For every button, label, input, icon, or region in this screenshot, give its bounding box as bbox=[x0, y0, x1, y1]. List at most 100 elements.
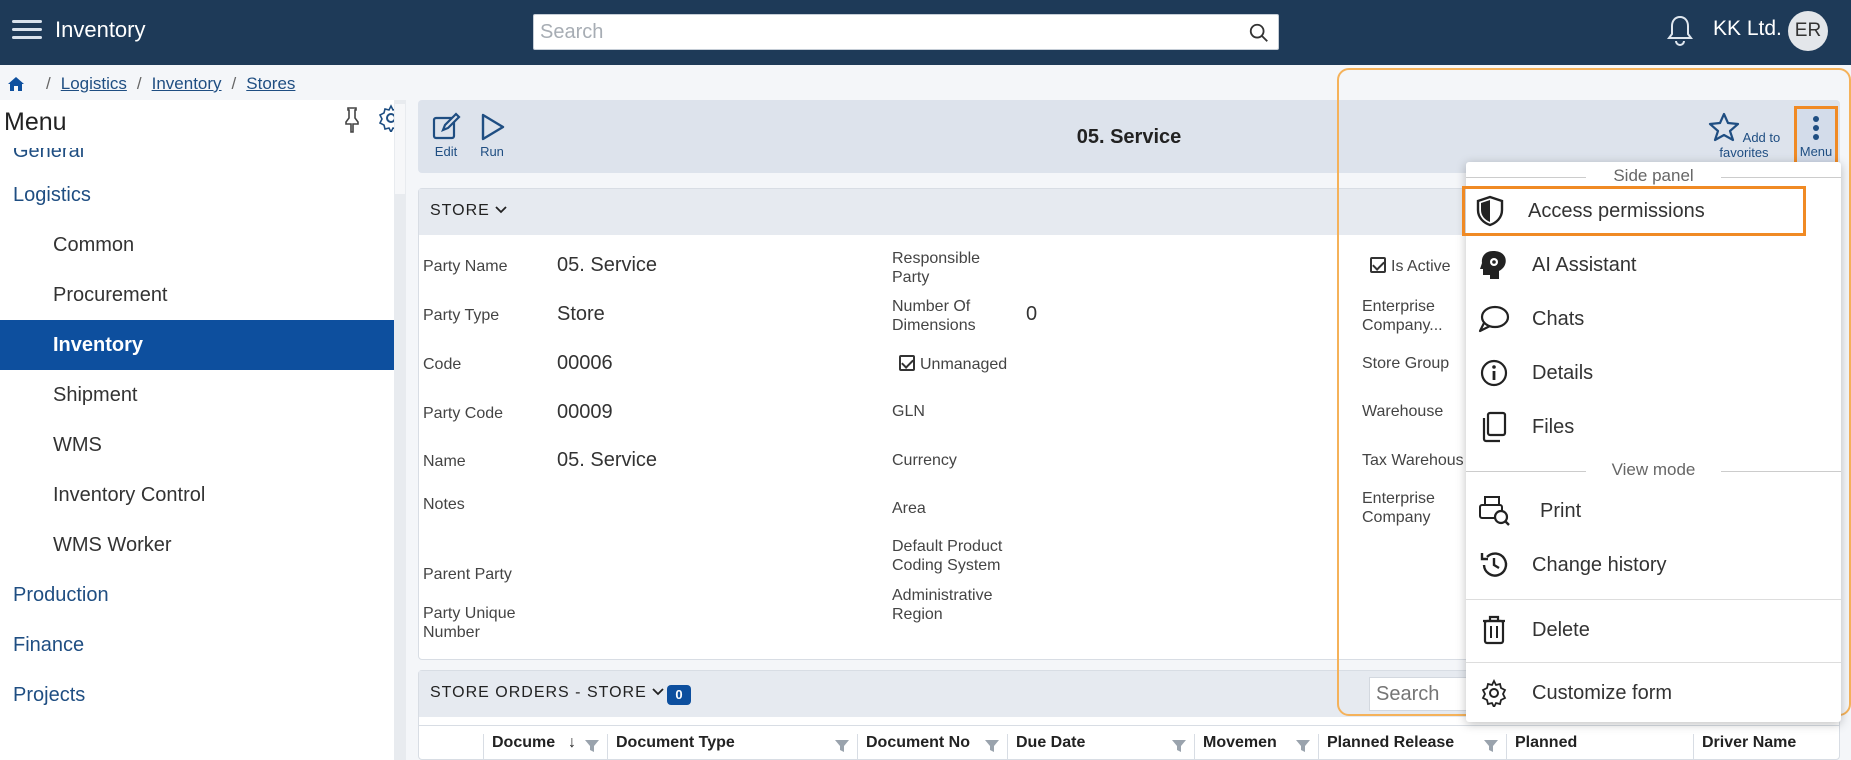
files-icon bbox=[1474, 407, 1514, 447]
filter-icon[interactable] bbox=[834, 738, 850, 754]
enterprise-company-label: Enterprise Company bbox=[1362, 490, 1435, 526]
orders-count-badge: 0 bbox=[667, 685, 691, 705]
access-permissions-item[interactable]: Access permissions bbox=[1462, 186, 1806, 236]
is-active-checkbox[interactable] bbox=[1370, 257, 1386, 273]
history-icon bbox=[1474, 545, 1514, 585]
menu-item-wms[interactable]: WMS bbox=[0, 420, 394, 470]
delete-item[interactable]: Delete bbox=[1466, 605, 1841, 655]
unmanaged-label: Unmanaged bbox=[920, 356, 1008, 373]
chats-item[interactable]: Chats bbox=[1466, 294, 1841, 344]
menu-item-procurement[interactable]: Procurement bbox=[0, 270, 394, 320]
menu-item-inventory-control[interactable]: Inventory Control bbox=[0, 470, 394, 520]
orders-table-header: Docume ↓ Document Type Document No Due Da… bbox=[419, 725, 1839, 760]
chat-bubble-icon bbox=[1474, 299, 1514, 339]
party-type-label: Party Type bbox=[423, 307, 500, 324]
ai-head-icon bbox=[1474, 245, 1514, 285]
breadcrumb-separator: / bbox=[231, 74, 237, 93]
filter-icon[interactable] bbox=[584, 738, 600, 754]
menu-item-projects[interactable]: Projects bbox=[0, 670, 394, 720]
column-header[interactable]: Planned Release bbox=[1318, 734, 1506, 760]
record-title: 05. Service bbox=[1076, 126, 1182, 148]
column-header[interactable]: Planned bbox=[1506, 734, 1693, 760]
menu-divider bbox=[1466, 599, 1841, 600]
ai-assistant-item[interactable]: AI Assistant bbox=[1466, 240, 1841, 290]
menu-item-production[interactable]: Production bbox=[0, 570, 394, 620]
add-to-favorites-button[interactable]: Add to favorites bbox=[1694, 112, 1794, 160]
menu-item-common[interactable]: Common bbox=[0, 220, 394, 270]
hamburger-menu-icon[interactable] bbox=[10, 15, 44, 49]
breadcrumb-separator: / bbox=[136, 74, 142, 93]
parent-party-label: Parent Party bbox=[423, 566, 512, 583]
enterprise-company-short-label: Enterprise Company... bbox=[1362, 298, 1443, 334]
files-item[interactable]: Files bbox=[1466, 402, 1841, 452]
unmanaged-checkbox[interactable] bbox=[899, 355, 915, 371]
pin-icon[interactable] bbox=[341, 106, 363, 134]
scrollbar-thumb[interactable] bbox=[395, 104, 405, 194]
filter-icon[interactable] bbox=[984, 738, 1000, 754]
details-label: Details bbox=[1532, 361, 1594, 384]
customize-form-item[interactable]: Customize form bbox=[1466, 668, 1841, 718]
default-product-coding-label: Default Product Coding System bbox=[892, 538, 1003, 574]
warehouse-label: Warehouse bbox=[1362, 403, 1444, 420]
sort-down-icon[interactable]: ↓ bbox=[568, 734, 576, 752]
more-vertical-icon bbox=[1813, 116, 1819, 140]
global-search-input[interactable] bbox=[534, 15, 1278, 49]
menu-title: Menu bbox=[4, 108, 67, 136]
breadcrumb: / Logistics / Inventory / Stores bbox=[6, 72, 295, 96]
is-active-label: Is Active bbox=[1391, 258, 1451, 275]
search-icon[interactable] bbox=[1248, 22, 1270, 44]
menu-item-logistics[interactable]: Logistics bbox=[0, 170, 394, 220]
kebab-menu-button[interactable]: Menu bbox=[1794, 106, 1838, 168]
menu-divider bbox=[1466, 662, 1841, 663]
column-header[interactable]: Due Date bbox=[1007, 734, 1194, 760]
app-title: Inventory bbox=[55, 17, 146, 42]
menu-scrollbar[interactable] bbox=[394, 100, 406, 760]
print-label: Print bbox=[1540, 499, 1582, 522]
currency-label: Currency bbox=[892, 452, 957, 469]
notes-label: Notes bbox=[423, 496, 465, 513]
details-item[interactable]: Details bbox=[1466, 348, 1841, 398]
store-group-label: Store Group bbox=[1362, 355, 1450, 372]
number-of-dimensions-value: 0 bbox=[1026, 303, 1038, 325]
change-history-item[interactable]: Change history bbox=[1466, 540, 1841, 590]
shield-icon bbox=[1470, 191, 1510, 231]
column-header[interactable]: Docume ↓ bbox=[483, 734, 607, 760]
party-name-value: 05. Service bbox=[557, 254, 658, 276]
is-active-field[interactable]: Is Active bbox=[1370, 257, 1451, 276]
party-unique-number-label: Party Unique Number bbox=[423, 605, 516, 641]
name-label: Name bbox=[423, 453, 466, 470]
global-search bbox=[533, 14, 1279, 50]
user-avatar[interactable]: ER bbox=[1788, 11, 1828, 51]
store-section-label: STORE bbox=[430, 202, 507, 220]
menu-item-inventory[interactable]: Inventory bbox=[0, 320, 394, 370]
filter-icon[interactable] bbox=[1295, 738, 1311, 754]
menu-item-finance[interactable]: Finance bbox=[0, 620, 394, 670]
column-header[interactable]: Movemen bbox=[1194, 734, 1318, 760]
menu-item-wms-worker[interactable]: WMS Worker bbox=[0, 520, 394, 570]
print-item[interactable]: Print bbox=[1466, 486, 1841, 536]
orders-search-input[interactable] bbox=[1369, 677, 1479, 711]
breadcrumb-logistics[interactable]: Logistics bbox=[61, 74, 127, 94]
gear-icon bbox=[1474, 673, 1514, 713]
notification-bell-icon[interactable] bbox=[1664, 14, 1696, 48]
unmanaged-field[interactable]: Unmanaged bbox=[899, 355, 1007, 374]
print-preview-icon bbox=[1474, 491, 1514, 531]
column-header[interactable]: Document No bbox=[857, 734, 1007, 760]
filter-icon[interactable] bbox=[1171, 738, 1187, 754]
trash-icon bbox=[1474, 610, 1514, 650]
access-permissions-label: Access permissions bbox=[1528, 199, 1705, 222]
column-header[interactable]: Driver Name bbox=[1693, 734, 1841, 760]
column-header[interactable]: Document Type bbox=[607, 734, 857, 760]
menu-button-label: Menu bbox=[1799, 144, 1833, 159]
delete-label: Delete bbox=[1532, 618, 1590, 641]
filter-icon[interactable] bbox=[1483, 738, 1499, 754]
gln-label: GLN bbox=[892, 403, 925, 420]
change-history-label: Change history bbox=[1532, 553, 1667, 576]
home-icon[interactable] bbox=[6, 74, 26, 94]
breadcrumb-inventory[interactable]: Inventory bbox=[152, 74, 222, 94]
kebab-dropdown-menu: Side panel Access permissions AI Assista… bbox=[1462, 162, 1841, 722]
company-name[interactable]: KK Ltd. bbox=[1713, 17, 1782, 41]
files-label: Files bbox=[1532, 415, 1575, 438]
menu-item-shipment[interactable]: Shipment bbox=[0, 370, 394, 420]
breadcrumb-stores[interactable]: Stores bbox=[246, 74, 295, 94]
